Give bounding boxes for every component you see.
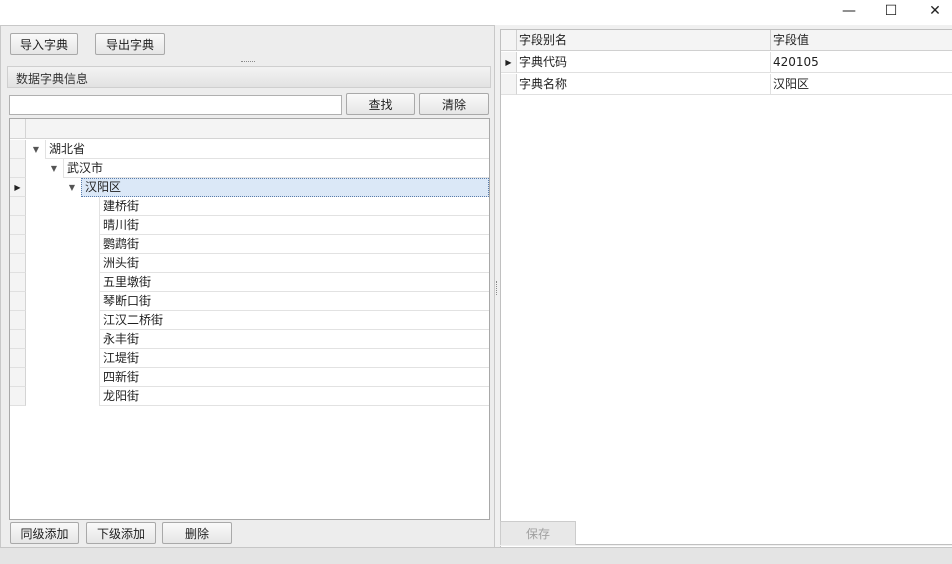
close-icon: ✕	[929, 3, 941, 19]
current-row-arrow-icon: ▶	[14, 183, 21, 192]
maximize-button[interactable]: ☐	[868, 0, 914, 22]
tree-node-label[interactable]: 永丰街	[99, 330, 489, 349]
tree-row[interactable]: 建桥街	[10, 197, 489, 216]
tree-header	[10, 119, 489, 139]
current-row-arrow-icon: ▶	[505, 58, 512, 67]
tree-node-label[interactable]: 武汉市	[63, 159, 489, 178]
dictionary-tree[interactable]: ▼ 湖北省 ▼ 武汉市 ▶ ▼ 汉阳区 建桥街 晴川街 鹦鹉街 洲头街 五里墩街 琴断口街 江汉二桥街 永丰…	[9, 118, 490, 520]
tree-row[interactable]: ▼ 武汉市	[10, 159, 489, 178]
row-indicator[interactable]	[10, 140, 26, 159]
title-bar: — ☐ ✕	[0, 0, 952, 25]
row-indicator[interactable]	[10, 273, 26, 292]
row-indicator[interactable]	[10, 368, 26, 387]
horizontal-splitter-grip[interactable]	[241, 61, 255, 63]
row-indicator[interactable]	[501, 74, 517, 95]
row-indicator[interactable]: ▶	[501, 52, 517, 73]
column-header-alias[interactable]: 字段别名	[517, 30, 771, 51]
tree-node-label[interactable]: 洲头街	[99, 254, 489, 273]
export-dictionary-button[interactable]: 导出字典	[95, 33, 165, 55]
add-child-button[interactable]: 下级添加	[86, 522, 156, 544]
collapse-icon[interactable]: ▼	[65, 178, 79, 197]
tree-node-label[interactable]: 琴断口街	[99, 292, 489, 311]
save-button[interactable]: 保存	[500, 521, 576, 545]
tree-row[interactable]: 四新街	[10, 368, 489, 387]
tree-row[interactable]: 永丰街	[10, 330, 489, 349]
collapse-icon[interactable]: ▼	[47, 159, 61, 178]
tree-row[interactable]: ▶ ▼ 汉阳区	[10, 178, 489, 197]
vertical-splitter-grip[interactable]	[496, 281, 498, 295]
row-indicator[interactable]: ▶	[10, 178, 26, 197]
tree-header-indicator	[10, 119, 26, 139]
import-dictionary-button[interactable]: 导入字典	[10, 33, 78, 55]
find-button[interactable]: 查找	[346, 93, 415, 115]
tree-row[interactable]: 鹦鹉街	[10, 235, 489, 254]
tree-row[interactable]: ▼ 湖北省	[10, 140, 489, 159]
row-indicator[interactable]	[10, 216, 26, 235]
tree-node-label[interactable]: 汉阳区	[81, 178, 489, 197]
maximize-icon: ☐	[884, 3, 898, 19]
row-indicator[interactable]	[10, 292, 26, 311]
tree-node-label[interactable]: 五里墩街	[99, 273, 489, 292]
row-indicator[interactable]	[10, 235, 26, 254]
property-row[interactable]: ▶ 字典代码 420105	[501, 52, 952, 73]
status-bar	[0, 547, 952, 564]
tree-node-label[interactable]: 江堤街	[99, 349, 489, 368]
field-alias-cell[interactable]: 字典代码	[517, 52, 771, 73]
row-indicator[interactable]	[10, 197, 26, 216]
tree-node-label[interactable]: 鹦鹉街	[99, 235, 489, 254]
tree-row[interactable]: 琴断口街	[10, 292, 489, 311]
add-sibling-button[interactable]: 同级添加	[10, 522, 79, 544]
left-panel: 导入字典 导出字典 数据字典信息 查找 清除 ▼ 湖北省 ▼ 武汉市 ▶ ▼ 汉阳区 建桥街晴…	[0, 25, 495, 550]
field-value-cell[interactable]: 420105	[771, 52, 952, 73]
tree-node-label[interactable]: 晴川街	[99, 216, 489, 235]
tree-row[interactable]: 五里墩街	[10, 273, 489, 292]
field-alias-cell[interactable]: 字典名称	[517, 74, 771, 95]
row-indicator[interactable]	[10, 387, 26, 406]
row-indicator[interactable]	[10, 311, 26, 330]
row-indicator[interactable]	[10, 349, 26, 368]
clear-button[interactable]: 清除	[419, 93, 489, 115]
tree-node-label[interactable]: 江汉二桥街	[99, 311, 489, 330]
row-indicator[interactable]	[10, 159, 26, 178]
row-indicator[interactable]	[10, 254, 26, 273]
client-area: 导入字典 导出字典 数据字典信息 查找 清除 ▼ 湖北省 ▼ 武汉市 ▶ ▼ 汉阳区 建桥街晴…	[0, 25, 952, 564]
property-grid[interactable]: 字段别名 字段值 ▶ 字典代码 420105 字典名称 汉阳区	[500, 29, 952, 547]
dictionary-info-header: 数据字典信息	[7, 66, 491, 88]
field-value-cell[interactable]: 汉阳区	[771, 74, 952, 95]
tree-node-label[interactable]: 湖北省	[45, 140, 489, 159]
grid-header-indicator	[501, 30, 517, 51]
tree-node-label[interactable]: 龙阳街	[99, 387, 489, 406]
minimize-button[interactable]: —	[826, 0, 872, 22]
minimize-icon: —	[842, 3, 856, 19]
column-header-value[interactable]: 字段值	[771, 30, 952, 51]
tree-row[interactable]: 江堤街	[10, 349, 489, 368]
tree-row[interactable]: 晴川街	[10, 216, 489, 235]
collapse-icon[interactable]: ▼	[29, 140, 43, 159]
search-input[interactable]	[9, 95, 342, 115]
tree-row[interactable]: 龙阳街	[10, 387, 489, 406]
close-button[interactable]: ✕	[912, 0, 952, 22]
tree-row[interactable]: 洲头街	[10, 254, 489, 273]
tree-row[interactable]: 江汉二桥街	[10, 311, 489, 330]
tree-node-label[interactable]: 建桥街	[99, 197, 489, 216]
delete-button[interactable]: 删除	[162, 522, 232, 544]
property-row[interactable]: 字典名称 汉阳区	[501, 74, 952, 95]
row-indicator[interactable]	[10, 330, 26, 349]
tree-node-label[interactable]: 四新街	[99, 368, 489, 387]
property-grid-header: 字段别名 字段值	[501, 30, 952, 51]
